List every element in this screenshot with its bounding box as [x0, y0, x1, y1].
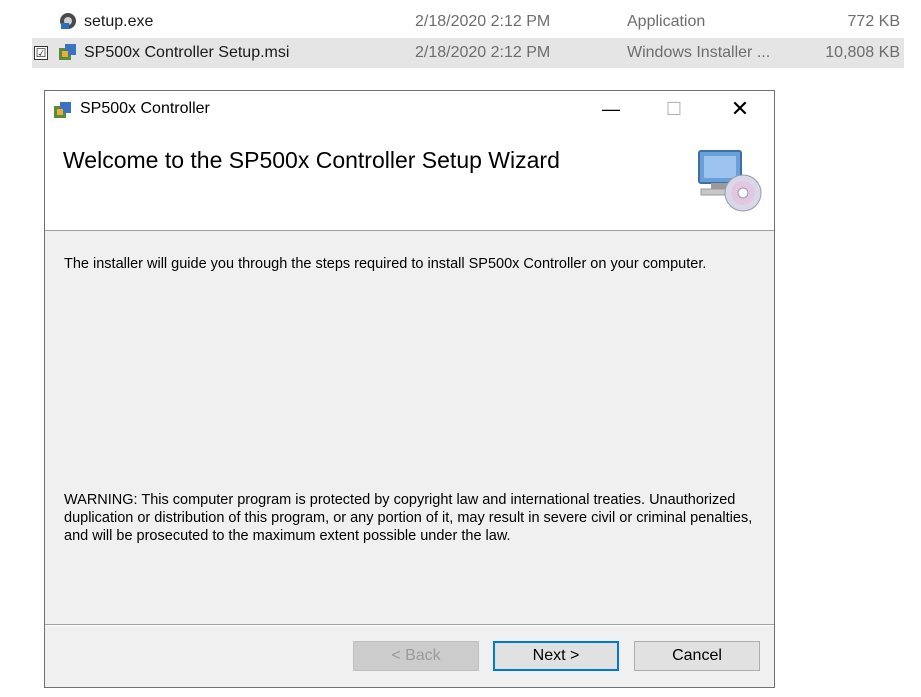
file-type: Application: [627, 13, 706, 30]
file-date: 2/18/2020 2:12 PM: [415, 13, 551, 30]
intro-text: The installer will guide you through the…: [64, 256, 707, 272]
file-size: 772 KB: [847, 13, 900, 30]
file-row-msi[interactable]: ☑ SP500x Controller Setup.msi 2/18/2020 …: [32, 38, 904, 68]
minimize-button[interactable]: —: [588, 91, 634, 127]
title-bar[interactable]: SP500x Controller — ☐ ✕: [45, 91, 774, 127]
file-date: 2/18/2020 2:12 PM: [415, 44, 551, 61]
file-name: SP500x Controller Setup.msi: [84, 44, 290, 61]
next-button[interactable]: Next >: [493, 641, 619, 671]
footer-separator: [45, 624, 774, 626]
installer-window: SP500x Controller — ☐ ✕ Welcome to the S…: [44, 90, 775, 688]
setup-exe-icon: [58, 11, 78, 31]
back-button[interactable]: < Back: [353, 641, 479, 671]
close-button[interactable]: ✕: [717, 91, 763, 127]
file-name: setup.exe: [84, 13, 154, 30]
computer-cd-icon: [695, 145, 765, 215]
msi-installer-icon: [58, 42, 78, 62]
cancel-button[interactable]: Cancel: [634, 641, 760, 671]
wizard-heading: Welcome to the SP500x Controller Setup W…: [63, 147, 560, 173]
file-row-setup-exe[interactable]: setup.exe 2/18/2020 2:12 PM Application …: [32, 7, 904, 37]
wizard-banner: Welcome to the SP500x Controller Setup W…: [45, 127, 774, 231]
window-title: SP500x Controller: [80, 100, 210, 117]
file-type: Windows Installer ...: [627, 44, 771, 61]
file-size: 10,808 KB: [825, 44, 900, 61]
maximize-button[interactable]: ☐: [651, 91, 697, 127]
file-select-checkbox[interactable]: ☑: [34, 46, 48, 60]
copyright-warning: WARNING: This computer program is protec…: [64, 492, 753, 544]
msi-installer-icon: [53, 100, 73, 120]
